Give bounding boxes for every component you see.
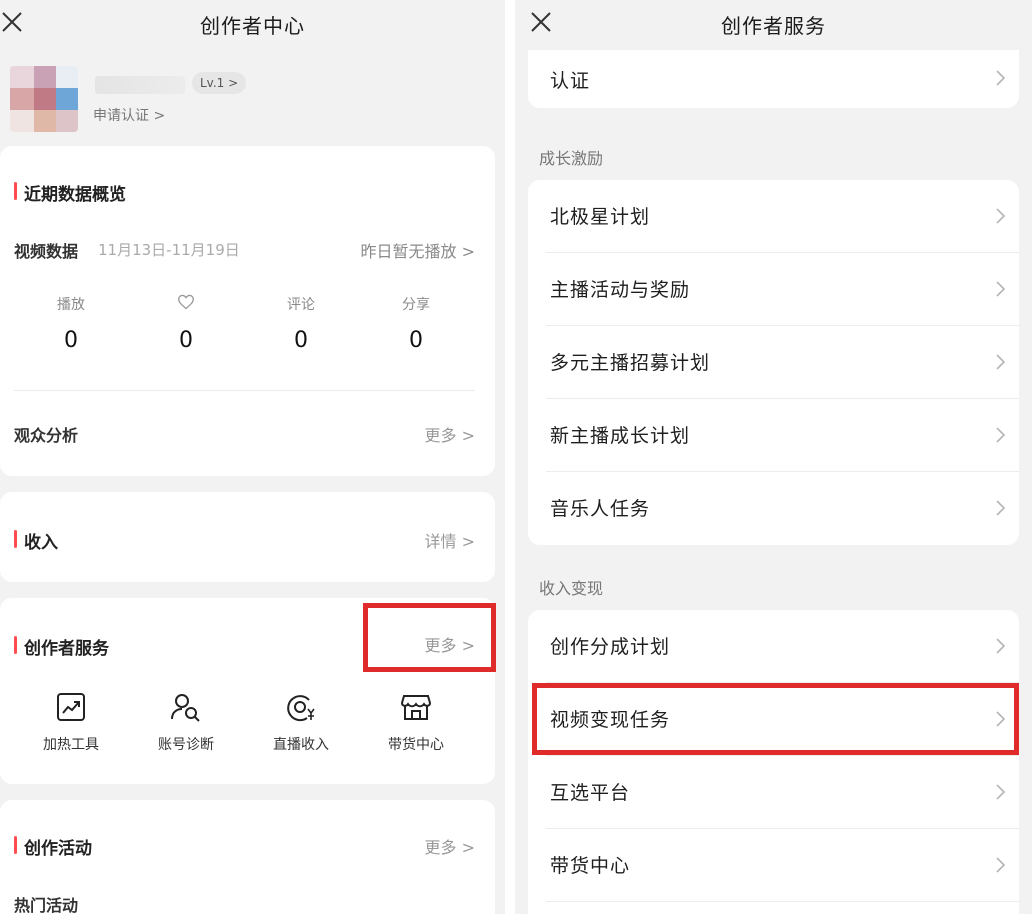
list-item-host-events[interactable]: 主播活动与奖励 (528, 253, 1019, 326)
stat-shares[interactable]: 分享 0 (371, 294, 461, 353)
section-title-services: 创作者服务 (14, 634, 109, 659)
recent-data-card: 近期数据概览 视频数据 11月13日-11月19日 昨日暂无播放 > 播放 0 … (0, 146, 495, 476)
list-item-label: 北极星计划 (550, 206, 651, 228)
stat-value: 0 (294, 328, 308, 353)
chevron-right-icon (996, 784, 1006, 800)
income-detail-link[interactable]: 详情 > (425, 528, 476, 552)
section-title-recent: 近期数据概览 (14, 180, 126, 205)
list-item-label: 新主播成长计划 (550, 425, 691, 447)
section-title-text: 近期数据概览 (24, 185, 126, 205)
service-label: 带货中心 (388, 737, 444, 753)
list-item-label: 主播活动与奖励 (550, 279, 691, 301)
title-accent-bar (14, 530, 17, 548)
group-label-growth: 成长激励 (539, 149, 604, 168)
page-title: 创作者服务 (721, 14, 826, 38)
activity-more-link[interactable]: 更多 > (425, 834, 476, 858)
chevron-right-icon (996, 638, 1006, 654)
service-label: 直播收入 (273, 737, 329, 753)
list-item-label: 互选平台 (550, 782, 631, 804)
service-commerce-center[interactable]: 带货中心 (366, 692, 466, 754)
service-account-diagnosis[interactable]: 账号诊断 (136, 692, 236, 754)
video-data-label: 视频数据 (14, 242, 79, 261)
chevron-right-icon (996, 857, 1006, 873)
live-yen-icon (287, 695, 315, 722)
list-item-polaris[interactable]: 北极星计划 (528, 180, 1019, 253)
growth-list: 北极星计划 主播活动与奖励 多元主播招募计划 新主播成长计划 音乐人任务 (528, 180, 1019, 545)
trend-chart-icon (57, 693, 85, 721)
section-title-text: 收入 (24, 533, 58, 553)
date-range: 11月13日-11月19日 (98, 241, 240, 259)
list-item-verification[interactable]: 认证 (528, 50, 1019, 108)
top-bar: 创作者中心 (0, 0, 505, 44)
stat-label: 评论 (287, 297, 315, 313)
income-list: 创作分成计划 视频变现任务 互选平台 带货中心 (528, 610, 1019, 914)
creator-services-screen: 创作者服务 认证 成长激励 北极星计划 主播活动与奖励 多元主播招募计划 新主播… (515, 0, 1032, 914)
title-accent-bar (14, 636, 17, 654)
stat-value: 0 (409, 328, 423, 353)
chevron-right-icon (996, 354, 1006, 370)
title-accent-bar (14, 836, 17, 854)
audience-more-link[interactable]: 更多 > (425, 422, 476, 446)
highlight-box (532, 683, 1019, 755)
chevron-right-icon (996, 281, 1006, 297)
list-item-musician-task[interactable]: 音乐人任务 (528, 472, 1019, 545)
group-label-income: 收入变现 (539, 579, 604, 598)
section-title-activity: 创作活动 (14, 834, 92, 859)
stat-comments[interactable]: 评论 0 (256, 294, 346, 353)
list-item-label: 音乐人任务 (550, 498, 651, 520)
highlight-box (363, 603, 496, 672)
list-item-diverse-host[interactable]: 多元主播招募计划 (528, 326, 1019, 399)
list-item-label: 创作分成计划 (550, 636, 671, 658)
yesterday-play-link[interactable]: 昨日暂无播放 > (361, 238, 476, 262)
title-accent-bar (14, 182, 17, 200)
creator-center-screen: 创作者中心 Lv.1 > 申请认证 > 近期数据概览 视频数据 11月13日-1… (0, 0, 505, 914)
username-blurred (95, 76, 185, 94)
apply-verify-link[interactable]: 申请认证 > (93, 105, 165, 125)
hot-activity-label[interactable]: 热门活动 (14, 892, 78, 914)
stat-value: 0 (64, 328, 78, 353)
list-item-label: 多元主播招募计划 (550, 352, 711, 374)
chevron-right-icon (996, 427, 1006, 443)
creation-activity-card: 创作活动 更多 > 热门活动 (0, 800, 495, 914)
user-search-icon (171, 694, 200, 722)
top-bar: 创作者服务 (515, 0, 1032, 44)
service-label: 账号诊断 (158, 737, 214, 753)
stat-value: 0 (179, 328, 193, 353)
chevron-right-icon (996, 70, 1006, 86)
section-title-income: 收入 (14, 528, 58, 553)
service-heat-tool[interactable]: 加热工具 (21, 692, 121, 754)
level-badge[interactable]: Lv.1 > (192, 72, 247, 94)
verification-card: 认证 (528, 50, 1019, 108)
chevron-right-icon (996, 208, 1006, 224)
section-title-text: 创作者服务 (24, 639, 109, 659)
stat-label: 播放 (57, 297, 85, 313)
pane-divider (505, 0, 515, 914)
store-icon (400, 695, 432, 720)
list-item-label: 带货中心 (550, 855, 631, 877)
list-item-new-host-growth[interactable]: 新主播成长计划 (528, 399, 1019, 472)
heart-icon (178, 294, 194, 310)
stat-label: 分享 (402, 297, 430, 313)
list-item-label: 认证 (550, 70, 591, 92)
service-label: 加热工具 (43, 737, 99, 753)
divider (14, 390, 475, 391)
stat-play[interactable]: 播放 0 (26, 294, 116, 353)
list-item-mutual-selection[interactable]: 互选平台 (528, 756, 1019, 829)
list-item-revenue-share[interactable]: 创作分成计划 (528, 610, 1019, 683)
audience-analysis-label: 观众分析 (14, 426, 79, 445)
service-live-income[interactable]: 直播收入 (251, 692, 351, 754)
avatar[interactable] (10, 66, 78, 132)
section-title-text: 创作活动 (24, 839, 92, 859)
list-item-commerce-center[interactable]: 带货中心 (528, 829, 1019, 902)
chevron-right-icon (996, 500, 1006, 516)
income-card[interactable]: 收入 详情 > (0, 492, 495, 582)
page-title: 创作者中心 (200, 14, 305, 38)
stat-likes[interactable]: 0 (141, 294, 231, 353)
